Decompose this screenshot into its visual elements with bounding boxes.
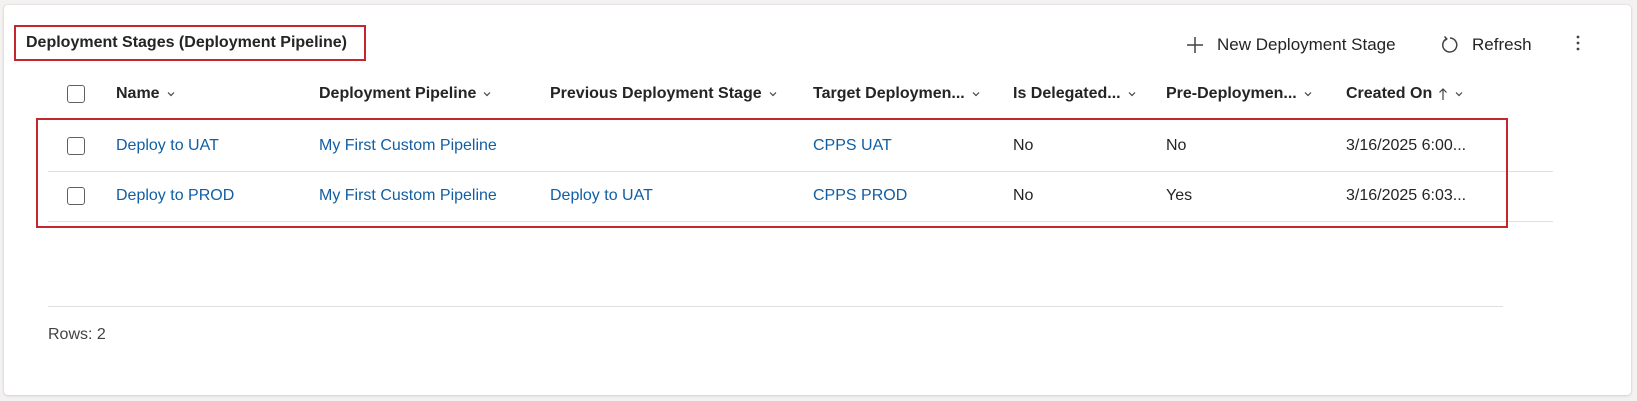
refresh-label: Refresh — [1472, 35, 1532, 54]
column-header-pre-deployment[interactable]: Pre-Deploymen... — [1166, 72, 1313, 116]
column-header-label: Previous Deployment Stage — [550, 85, 762, 102]
row-target-environment-link[interactable]: CPPS PROD — [813, 171, 907, 221]
column-header-label: Deployment Pipeline — [319, 85, 477, 102]
row-previous-stage-link[interactable]: Deploy to UAT — [550, 171, 653, 221]
refresh-icon — [1440, 35, 1460, 55]
sort-ascending-arrow-icon — [1438, 87, 1448, 101]
column-header-label: Is Delegated... — [1013, 85, 1121, 102]
row-checkbox-cell[interactable] — [67, 171, 85, 221]
column-header-label: Pre-Deploymen... — [1166, 85, 1297, 102]
more-commands-button[interactable] — [1570, 30, 1586, 60]
column-header-is-delegated[interactable]: Is Delegated... — [1013, 72, 1137, 116]
chevron-down-icon — [971, 89, 981, 99]
chevron-down-icon — [1127, 89, 1137, 99]
row-checkbox[interactable] — [67, 137, 85, 155]
row-checkbox-cell[interactable] — [67, 121, 85, 171]
row-pre-deployment: Yes — [1166, 187, 1193, 204]
table-row[interactable]: Deploy to UAT My First Custom Pipeline C… — [48, 121, 1553, 172]
select-all-checkbox[interactable] — [67, 85, 85, 103]
more-vertical-icon — [1576, 35, 1580, 56]
select-all-checkbox-cell[interactable] — [67, 72, 85, 116]
grid-header-row: Name Deployment Pipeline Previous Deploy… — [48, 72, 1553, 116]
row-pre-deployment: No — [1166, 137, 1187, 154]
row-created-on: 3/16/2025 6:00... — [1346, 137, 1467, 154]
row-checkbox[interactable] — [67, 187, 85, 205]
table-row[interactable]: Deploy to PROD My First Custom Pipeline … — [48, 171, 1553, 222]
column-header-label: Name — [116, 85, 160, 102]
subgrid-title: Deployment Stages (Deployment Pipeline) — [14, 25, 366, 61]
chevron-down-icon — [1303, 89, 1313, 99]
plus-icon — [1185, 35, 1205, 55]
refresh-button[interactable]: Refresh — [1440, 30, 1532, 60]
column-header-created-on[interactable]: Created On — [1346, 72, 1464, 116]
chevron-down-icon — [1454, 89, 1464, 99]
column-header-label: Target Deploymen... — [813, 85, 965, 102]
new-deployment-stage-label: New Deployment Stage — [1217, 35, 1396, 54]
row-pipeline-link[interactable]: My First Custom Pipeline — [319, 171, 497, 221]
column-header-name[interactable]: Name — [116, 72, 176, 116]
new-deployment-stage-button[interactable]: New Deployment Stage — [1185, 30, 1396, 60]
row-name-link[interactable]: Deploy to PROD — [116, 171, 234, 221]
column-header-label: Created On — [1346, 85, 1433, 102]
chevron-down-icon — [166, 89, 176, 99]
row-is-delegated: No — [1013, 137, 1034, 154]
column-header-target-deployment[interactable]: Target Deploymen... — [813, 72, 981, 116]
row-count: Rows: 2 — [48, 326, 106, 343]
chevron-down-icon — [768, 89, 778, 99]
subgrid-title-text: Deployment Stages (Deployment Pipeline) — [26, 34, 347, 51]
row-is-delegated: No — [1013, 187, 1034, 204]
row-pipeline-link[interactable]: My First Custom Pipeline — [319, 121, 497, 171]
chevron-down-icon — [482, 89, 492, 99]
row-created-on: 3/16/2025 6:03... — [1346, 187, 1467, 204]
column-header-deployment-pipeline[interactable]: Deployment Pipeline — [319, 72, 492, 116]
column-header-previous-deployment-stage[interactable]: Previous Deployment Stage — [550, 72, 778, 116]
row-target-environment-link[interactable]: CPPS UAT — [813, 121, 892, 171]
footer-divider — [48, 306, 1503, 307]
row-name-link[interactable]: Deploy to UAT — [116, 121, 219, 171]
